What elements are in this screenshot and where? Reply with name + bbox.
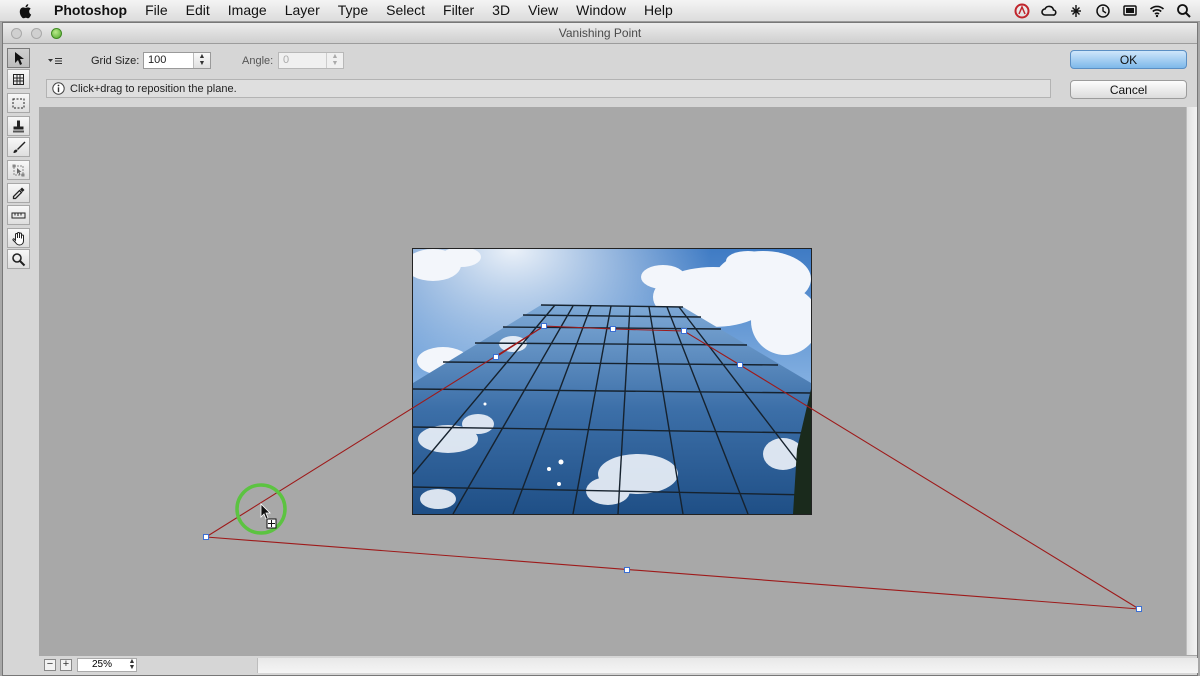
bluetooth-icon[interactable] — [1068, 3, 1084, 19]
menu-image[interactable]: Image — [219, 0, 276, 21]
plane-edge-handle[interactable] — [737, 362, 743, 368]
plane-corner-handle[interactable] — [203, 534, 209, 540]
zoom-out-button[interactable]: − — [44, 659, 56, 671]
plane-corner-handle[interactable] — [681, 328, 687, 334]
hand-tool[interactable] — [7, 228, 30, 248]
menu-file[interactable]: File — [136, 0, 177, 21]
brush-icon — [13, 141, 26, 153]
angle-stepper[interactable]: ▲ ▼ — [326, 53, 343, 68]
info-icon — [52, 82, 65, 95]
vanishing-point-window: Vanishing Point Grid Size: 100 ▲ ▼ Angle… — [2, 22, 1198, 676]
stamp-tool[interactable] — [7, 116, 30, 136]
edit-plane-tool[interactable] — [7, 48, 30, 68]
zoom-tool[interactable] — [7, 249, 30, 269]
magnifier-icon — [12, 252, 26, 266]
plane-corner-handle[interactable] — [541, 323, 547, 329]
display-icon[interactable] — [1122, 3, 1138, 19]
title-bar: Vanishing Point — [3, 23, 1197, 44]
marquee-icon — [12, 98, 25, 108]
menu-filter[interactable]: Filter — [434, 0, 483, 21]
horizontal-scrollbar[interactable] — [257, 658, 1198, 673]
arrow-cursor-icon — [15, 51, 24, 65]
grid-size-label: Grid Size: — [91, 55, 140, 67]
ruler-icon — [11, 212, 26, 218]
menu-layer[interactable]: Layer — [276, 0, 329, 21]
create-plane-tool[interactable] — [7, 69, 30, 89]
apple-icon[interactable] — [18, 3, 34, 19]
wifi-icon[interactable] — [1149, 3, 1165, 19]
marquee-tool[interactable] — [7, 93, 30, 113]
zoom-in-button[interactable]: + — [60, 659, 72, 671]
hint-text: Click+drag to reposition the plane. — [70, 83, 237, 95]
zoom-level-stepper[interactable]: ▲ ▼ — [127, 658, 137, 671]
menu-view[interactable]: View — [519, 0, 567, 21]
angle-label: Angle: — [242, 55, 274, 67]
menu-select[interactable]: Select — [377, 0, 434, 21]
time-machine-icon[interactable] — [1095, 3, 1111, 19]
menu-edit[interactable]: Edit — [177, 0, 219, 21]
cancel-button[interactable]: Cancel — [1070, 80, 1187, 99]
eyedropper-icon — [12, 187, 25, 199]
status-menu-icons — [1014, 0, 1192, 21]
plane-edge-handle[interactable] — [610, 326, 616, 332]
transform-tool[interactable] — [7, 160, 30, 180]
options-bar: Grid Size: 100 ▲ ▼ Angle: 0 ▲ ▼ — [39, 51, 1065, 73]
menu-help[interactable]: Help — [635, 0, 682, 21]
toolbox — [7, 48, 32, 298]
window-title: Vanishing Point — [558, 26, 642, 40]
menu-app-photoshop[interactable]: Photoshop — [48, 0, 136, 21]
menu-window[interactable]: Window — [567, 0, 635, 21]
plane-edge-handle[interactable] — [493, 354, 499, 360]
spotlight-icon[interactable] — [1176, 3, 1192, 19]
measure-tool[interactable] — [7, 205, 30, 225]
hand-icon — [12, 231, 24, 246]
options-menu-icon[interactable] — [47, 54, 63, 68]
menu-type[interactable]: Type — [329, 0, 377, 21]
hint-bar: Click+drag to reposition the plane. — [46, 79, 1051, 98]
plane-corner-handle[interactable] — [1136, 606, 1142, 612]
plane-edge-handle[interactable] — [624, 567, 630, 573]
menu-bar: Photoshop File Edit Image Layer Type Sel… — [0, 0, 1200, 22]
eyedropper-tool[interactable] — [7, 183, 30, 203]
transform-icon — [12, 164, 25, 176]
creative-cloud-icon[interactable] — [1041, 3, 1057, 19]
menu-3d[interactable]: 3D — [483, 0, 519, 21]
stamp-icon — [13, 120, 24, 132]
plane-overlay[interactable] — [39, 107, 1186, 655]
move-plane-cursor-icon — [260, 503, 277, 529]
vertical-scrollbar[interactable] — [1186, 107, 1197, 655]
brush-tool[interactable] — [7, 137, 30, 157]
adobe-status-icon[interactable] — [1014, 3, 1030, 19]
preview-canvas[interactable] — [39, 107, 1186, 655]
grid-size-stepper[interactable]: ▲ ▼ — [193, 53, 210, 68]
grid-plane-icon — [13, 73, 24, 85]
bottom-bar: − + 25% ▲ ▼ — [39, 655, 1198, 674]
ok-button[interactable]: OK — [1070, 50, 1187, 69]
